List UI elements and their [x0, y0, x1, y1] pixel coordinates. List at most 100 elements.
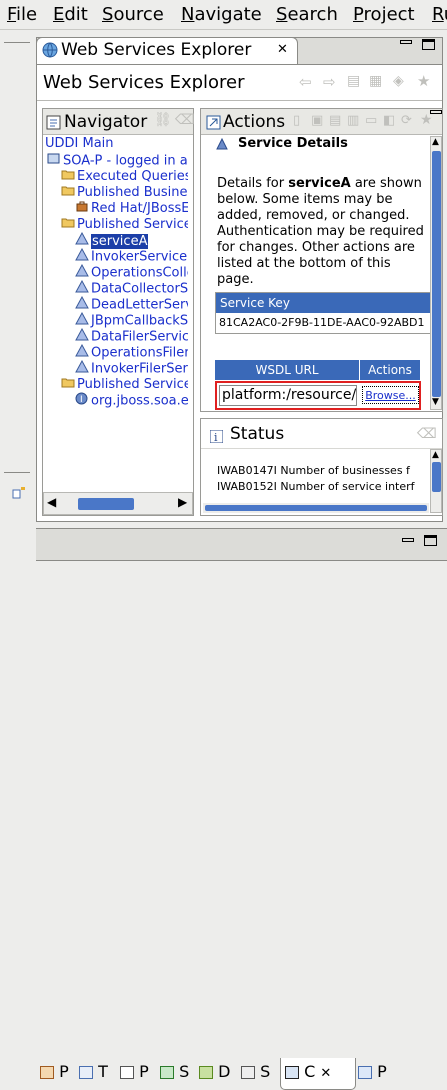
close-icon[interactable]: ✕ [277, 42, 288, 57]
navigator-item[interactable]: OperationsFiler [43, 343, 188, 361]
navigator-item[interactable]: SOA-P - logged in as [43, 152, 188, 169]
actions-vscroll-thumb[interactable] [432, 151, 441, 397]
editor-tab[interactable]: Web Services Explorer ✕ [36, 37, 298, 64]
publish-icon[interactable]: ▣ [311, 113, 323, 128]
left-trim-strip [0, 30, 36, 560]
actions-header: Actions ▯ ▣ ▤ ▥ ▭ ◧ ⟳ ★ [201, 109, 442, 135]
bottom-minimize-icon[interactable] [402, 538, 414, 542]
navigator-icon [46, 115, 62, 131]
navigator-item[interactable]: OperationsColle [43, 263, 188, 281]
scroll-up-icon[interactable]: ▲ [432, 450, 439, 460]
menu-project[interactable]: Project [353, 4, 415, 25]
menu-run[interactable]: Ru [432, 4, 447, 25]
bottom-maximize-icon[interactable] [424, 535, 437, 546]
service-key-header: Service Key [216, 293, 430, 313]
tab-console[interactable]: C ✕ [280, 1058, 356, 1090]
tab-progress[interactable]: P [358, 1058, 387, 1090]
maximize-icon[interactable] [422, 39, 435, 50]
minimize-icon[interactable] [400, 40, 412, 44]
close-icon[interactable]: ✕ [320, 1066, 331, 1081]
problems-icon [40, 1066, 54, 1079]
navigator-item[interactable]: Published Service [43, 376, 188, 392]
folder-action-icon[interactable]: ▭ [365, 113, 377, 128]
details-icon[interactable]: ▯ [293, 113, 300, 128]
unpublish-icon[interactable]: ▤ [329, 113, 341, 128]
tab-properties[interactable]: P [120, 1058, 149, 1090]
get-icon[interactable]: ◧ [383, 113, 395, 128]
navigator-item[interactable]: InvokerService [43, 247, 188, 265]
favorites-star-icon[interactable]: ★ [420, 112, 433, 128]
menu-source[interactable]: Source [102, 4, 164, 25]
folder-icon [61, 184, 77, 201]
add-to-favorites-icon[interactable]: ▥ [347, 113, 359, 128]
scroll-up-icon[interactable]: ▲ [432, 137, 439, 147]
wsdl-page-icon[interactable]: ◈ [393, 73, 404, 89]
tab-snippets[interactable]: S [241, 1058, 270, 1090]
menu-search[interactable]: Search [276, 4, 338, 25]
navigator-item[interactable]: JBpmCallbackSe [43, 311, 188, 329]
navigator-item-label: UDDI Main [45, 136, 114, 151]
menu-navigate[interactable]: Navigate [181, 4, 262, 25]
status-vscrollbar[interactable]: ▲ [430, 449, 442, 513]
menu-edit[interactable]: Edit [53, 4, 88, 25]
navigator-item[interactable]: DataCollectorSe [43, 279, 188, 297]
status-hscrollbar[interactable] [203, 503, 429, 513]
service-details-icon [215, 136, 229, 150]
navigator-hscrollbar[interactable]: ◀ ▶ [43, 492, 193, 515]
status-hscroll-thumb[interactable] [205, 505, 427, 511]
servers-icon [160, 1066, 174, 1079]
status-messages: IWAB0147I Number of businesses f IWAB015… [217, 463, 429, 495]
favorites-icon[interactable]: ★ [417, 72, 430, 90]
service-details-heading: Service Details [238, 136, 348, 151]
wsil-page-icon[interactable]: ▦ [369, 73, 382, 89]
tab-problems[interactable]: P [40, 1058, 69, 1090]
tab-data-source[interactable]: D [199, 1058, 230, 1090]
navigator-item[interactable]: DataFilerServic [43, 327, 188, 345]
navigator-hscroll-thumb[interactable] [78, 498, 134, 510]
wse-title: Web Services Explorer [43, 72, 245, 93]
info-icon: i [209, 428, 224, 444]
link-icon[interactable]: ⛓ [154, 112, 172, 128]
navigator-item[interactable]: InvokerFilerServ [43, 359, 188, 377]
actions-icon [206, 115, 222, 131]
status-vscroll-thumb[interactable] [432, 462, 441, 492]
wsdl-row: platform:/resource/ Browse... [215, 381, 421, 410]
actions-vscrollbar[interactable]: ▲ ▼ [430, 136, 442, 410]
navigator-item-label: serviceA [91, 233, 149, 249]
forward-arrow-icon[interactable]: ⇨ [323, 73, 336, 91]
scroll-down-icon[interactable]: ▼ [432, 397, 439, 407]
clear-status-icon[interactable]: ⌫ [417, 426, 437, 442]
navigator-item[interactable]: serviceA [43, 231, 188, 249]
tab-servers[interactable]: S [160, 1058, 189, 1090]
tasks-icon [79, 1066, 93, 1079]
browse-button[interactable]: Browse... [362, 386, 419, 404]
actions-pane: Actions ▯ ▣ ▤ ▥ ▭ ◧ ⟳ ★ Service Details … [200, 108, 443, 412]
navigator-title: Navigator [64, 112, 148, 132]
navigator-item[interactable]: UDDI Main [43, 136, 188, 152]
service-key-value: 81CA2AC0-2F9B-11DE-AAC0-92ABD1 [219, 316, 425, 329]
navigator-item[interactable]: Published Busines [43, 184, 188, 200]
scroll-left-icon[interactable]: ◀ [47, 495, 56, 509]
navigator-item-label: DeadLetterServ [91, 297, 188, 313]
back-arrow-icon[interactable]: ⇦ [299, 73, 312, 91]
actions-minimize-icon[interactable] [430, 110, 442, 114]
restore-view-icon[interactable] [12, 485, 26, 499]
navigator-item[interactable]: Published Services [43, 216, 188, 232]
refresh-icon[interactable]: ⟳ [401, 113, 412, 128]
clear-icon[interactable]: ⌫ [175, 112, 195, 128]
wsdl-url-input[interactable]: platform:/resource/ [219, 385, 357, 406]
navigator-item[interactable]: Iorg.jboss.soa.e [43, 392, 188, 409]
navigator-item[interactable]: DeadLetterServ [43, 295, 188, 313]
tab-tasks[interactable]: T [79, 1058, 108, 1090]
navigator-item[interactable]: Executed Queries [43, 168, 188, 184]
navigator-item[interactable]: Red Hat/JBossE [43, 200, 188, 216]
data-source-icon [199, 1066, 213, 1079]
uddi-page-icon[interactable]: ▤ [347, 73, 360, 89]
menu-file[interactable]: File [7, 4, 37, 25]
navigator-item-label: JBpmCallbackSe [91, 313, 188, 329]
scroll-right-icon[interactable]: ▶ [178, 495, 187, 509]
navigator-item-label: org.jboss.soa.e [91, 393, 188, 409]
wsdl-actions-header: Actions [360, 360, 420, 380]
wse-title-bar: Web Services Explorer ⇦ ⇨ ▤ ▦ ◈ ★ [37, 65, 442, 101]
progress-icon [358, 1066, 372, 1079]
